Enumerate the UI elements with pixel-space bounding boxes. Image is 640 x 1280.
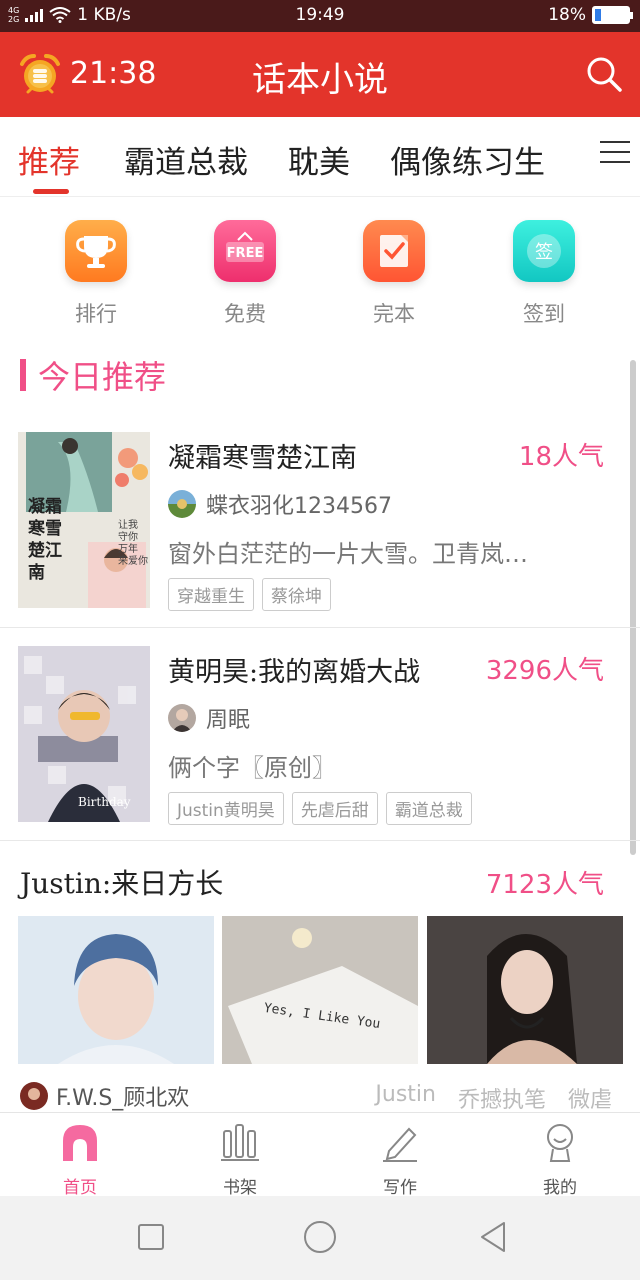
nav-profile-label: 我的 (543, 1178, 577, 1198)
quick-completed[interactable]: 完本 (344, 220, 444, 328)
sign-in-label: 签到 (523, 302, 565, 326)
tab-domineering-ceo[interactable]: 霸道总裁 (124, 137, 248, 182)
svg-text:FREE: FREE (227, 246, 264, 261)
book-tags: 穿越重生 蔡徐坤 (168, 578, 331, 611)
book-description: 窗外白茫茫的一片大雪。卫青岚… (168, 540, 528, 568)
divider (0, 840, 640, 841)
completed-label: 完本 (373, 302, 415, 326)
tag[interactable]: 先虐后甜 (291, 792, 378, 825)
section-title: 今日推荐 (38, 358, 167, 396)
scrollbar[interactable] (630, 360, 636, 855)
category-tabs: 推荐 霸道总裁 耽美 偶像练习生 (0, 117, 640, 197)
nav-home[interactable]: 首页 (30, 1121, 130, 1198)
bookshelf-icon (221, 1124, 259, 1161)
svg-text:Birthday: Birthday (78, 795, 131, 809)
featured-tags: Justin 乔撼执笔 微虐 (375, 1082, 612, 1114)
featured-title[interactable]: Justin:来日方长 (20, 862, 223, 902)
nav-bookshelf[interactable]: 书架 (190, 1121, 290, 1198)
battery-percent: 18% (548, 5, 586, 25)
tag[interactable]: 霸道总裁 (385, 792, 472, 825)
recent-apps-icon[interactable] (138, 1224, 164, 1250)
author-name: 蝶衣羽化1234567 (206, 494, 392, 519)
avatar (20, 1082, 48, 1110)
book-popularity: 18人气 (518, 442, 604, 472)
tag[interactable]: 乔撼执笔 (458, 1082, 546, 1114)
avatar (168, 704, 196, 732)
app-title: 话本小说 (252, 60, 388, 100)
nav-profile[interactable]: 我的 (510, 1121, 610, 1198)
quick-free[interactable]: FREE 免费 (195, 220, 295, 328)
avatar (168, 490, 196, 518)
book-cover: Birthday (18, 646, 150, 822)
book-author[interactable]: 周眠 (168, 702, 250, 734)
sign-in-badge-icon: 签 (513, 220, 575, 282)
book-title[interactable]: 黄明昊:我的离婚大战 (168, 650, 420, 689)
section-marker (20, 359, 26, 391)
tag[interactable]: 微虐 (568, 1082, 612, 1114)
ranking-label: 排行 (75, 302, 117, 326)
profile-icon (547, 1124, 573, 1162)
free-sign-icon: FREE (214, 220, 276, 282)
trophy-icon (65, 220, 127, 282)
nav-bookshelf-label: 书架 (223, 1178, 257, 1198)
book-popularity: 3296人气 (485, 656, 604, 686)
svg-text:签: 签 (535, 242, 553, 263)
tag[interactable]: Justin (375, 1082, 436, 1114)
back-icon[interactable] (478, 1220, 508, 1254)
nav-write[interactable]: 写作 (350, 1121, 450, 1198)
search-icon[interactable] (584, 54, 624, 94)
tab-danmei[interactable]: 耽美 (288, 137, 350, 182)
quick-ranking[interactable]: 排行 (46, 220, 146, 328)
featured-popularity: 7123人气 (485, 870, 604, 900)
tab-recommend[interactable]: 推荐 (18, 137, 80, 182)
book-author[interactable]: 蝶衣羽化1234567 (168, 488, 392, 520)
nav-write-label: 写作 (383, 1178, 417, 1198)
home-button-icon[interactable] (304, 1221, 336, 1253)
bottom-nav: 首页 书架 写作 我的 (0, 1112, 640, 1198)
tag[interactable]: Justin黄明昊 (168, 792, 284, 825)
status-time: 19:49 (295, 5, 345, 25)
quick-actions: 排行 FREE 免费 完本 签 签到 (0, 205, 640, 335)
category-menu-icon[interactable] (600, 141, 630, 171)
book-tags: Justin黄明昊 先虐后甜 霸道总裁 (168, 792, 472, 825)
divider (0, 627, 640, 628)
featured-image[interactable]: Yes, I Like You (222, 916, 418, 1064)
tag[interactable]: 穿越重生 (168, 578, 254, 611)
author-name: 周眠 (206, 708, 251, 733)
check-note-icon (363, 220, 425, 282)
tab-fade (560, 117, 600, 196)
author-name: F.W.S_顾北欢 (56, 1086, 190, 1111)
featured-meta: F.W.S_顾北欢 Justin 乔撼执笔 微虐 (20, 1080, 620, 1114)
book-title[interactable]: 凝霜寒雪楚江南 (168, 436, 357, 475)
nav-home-label: 首页 (63, 1178, 97, 1198)
featured-image[interactable] (427, 916, 623, 1064)
app-header: 21:38 话本小说 (0, 32, 640, 117)
pen-icon (383, 1127, 417, 1162)
tab-idol-trainee[interactable]: 偶像练习生 (390, 137, 545, 182)
quick-sign-in[interactable]: 签 签到 (494, 220, 594, 328)
featured-author[interactable]: F.W.S_顾北欢 (20, 1080, 189, 1112)
featured-image[interactable] (18, 916, 214, 1064)
battery-icon (592, 6, 633, 24)
book-cover: 凝霜 寒雪 楚江 南 让我 守你 万年 来爱你 (18, 432, 150, 608)
book-description: 俩个字〖原创〗 (168, 754, 336, 782)
home-icon (63, 1125, 97, 1161)
system-nav-bar (0, 1196, 640, 1280)
active-tab-indicator (33, 189, 69, 194)
section-heading: 今日推荐 (20, 355, 167, 396)
tag[interactable]: 蔡徐坤 (262, 578, 331, 611)
status-bar: 4G 2G 1 KB/s 19:49 18% (0, 0, 640, 32)
free-label: 免费 (224, 302, 266, 326)
